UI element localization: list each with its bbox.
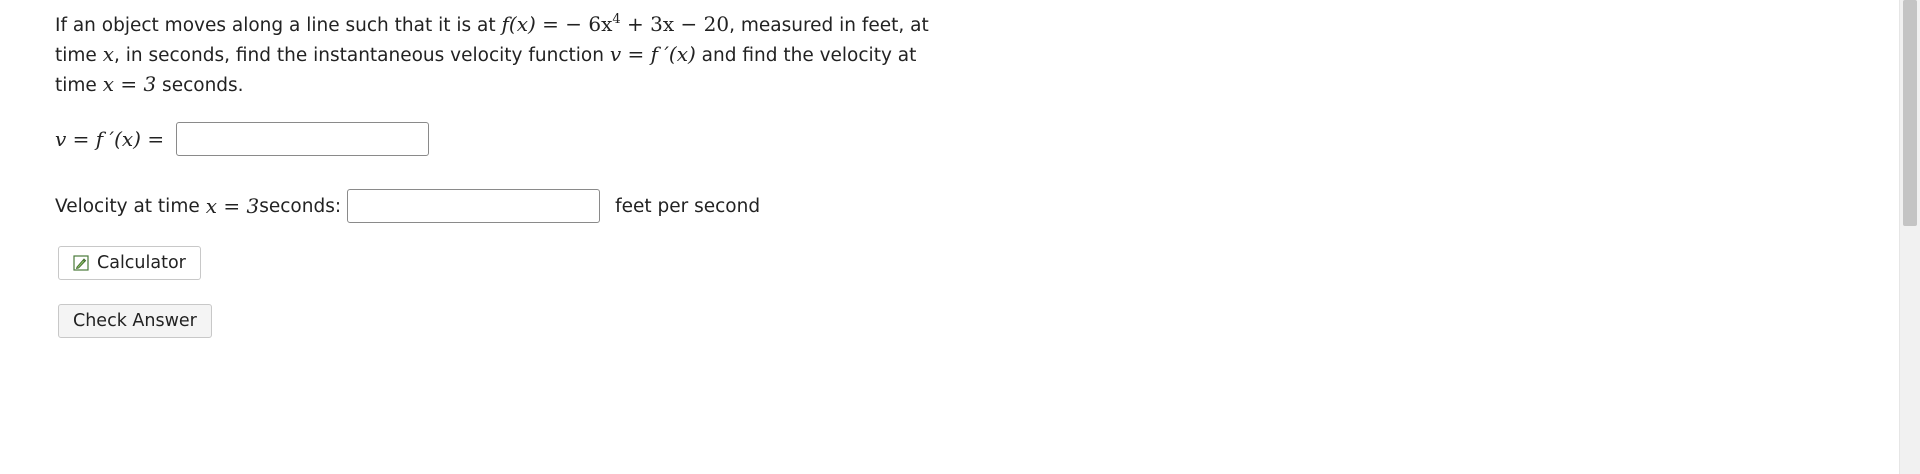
vertical-scrollbar[interactable]	[1899, 0, 1920, 474]
question-body: If an object moves along a line such tha…	[55, 10, 935, 100]
velocity-function-notation: v = f ′(x)	[609, 42, 696, 66]
problem-text: seconds.	[156, 75, 244, 96]
function-equation: f(x) = − 6x4 + 3x − 20	[501, 12, 730, 36]
pencil-edit-icon	[73, 255, 89, 271]
problem-statement: If an object moves along a line such tha…	[55, 10, 935, 100]
velocity-function-input[interactable]	[176, 122, 430, 156]
check-answer-button-label: Check Answer	[73, 311, 197, 331]
problem-text: , in seconds, find the instantaneous vel…	[113, 45, 610, 66]
velocity-function-label: v = f ′(x) =	[55, 127, 165, 151]
variable-x: x	[102, 42, 114, 66]
velocity-function-row: v = f ′(x) =	[55, 122, 430, 156]
velocity-at-time-input[interactable]	[347, 189, 601, 223]
calculator-button-label: Calculator	[97, 253, 186, 273]
check-answer-button[interactable]: Check Answer	[58, 304, 212, 338]
time-equation: x = 3	[102, 72, 157, 96]
velocity-at-time-label-prefix: Velocity at time	[55, 195, 200, 217]
velocity-at-time-label-suffix: seconds:	[259, 195, 342, 217]
velocity-at-time-equation: x = 3	[205, 194, 260, 218]
scrollbar-thumb[interactable]	[1903, 0, 1917, 226]
problem-text: If an object moves along a line such tha…	[55, 15, 502, 36]
calculator-button[interactable]: Calculator	[58, 246, 201, 280]
velocity-at-time-row: Velocity at time x = 3 seconds: feet per…	[55, 189, 760, 223]
velocity-unit-label: feet per second	[615, 195, 761, 217]
